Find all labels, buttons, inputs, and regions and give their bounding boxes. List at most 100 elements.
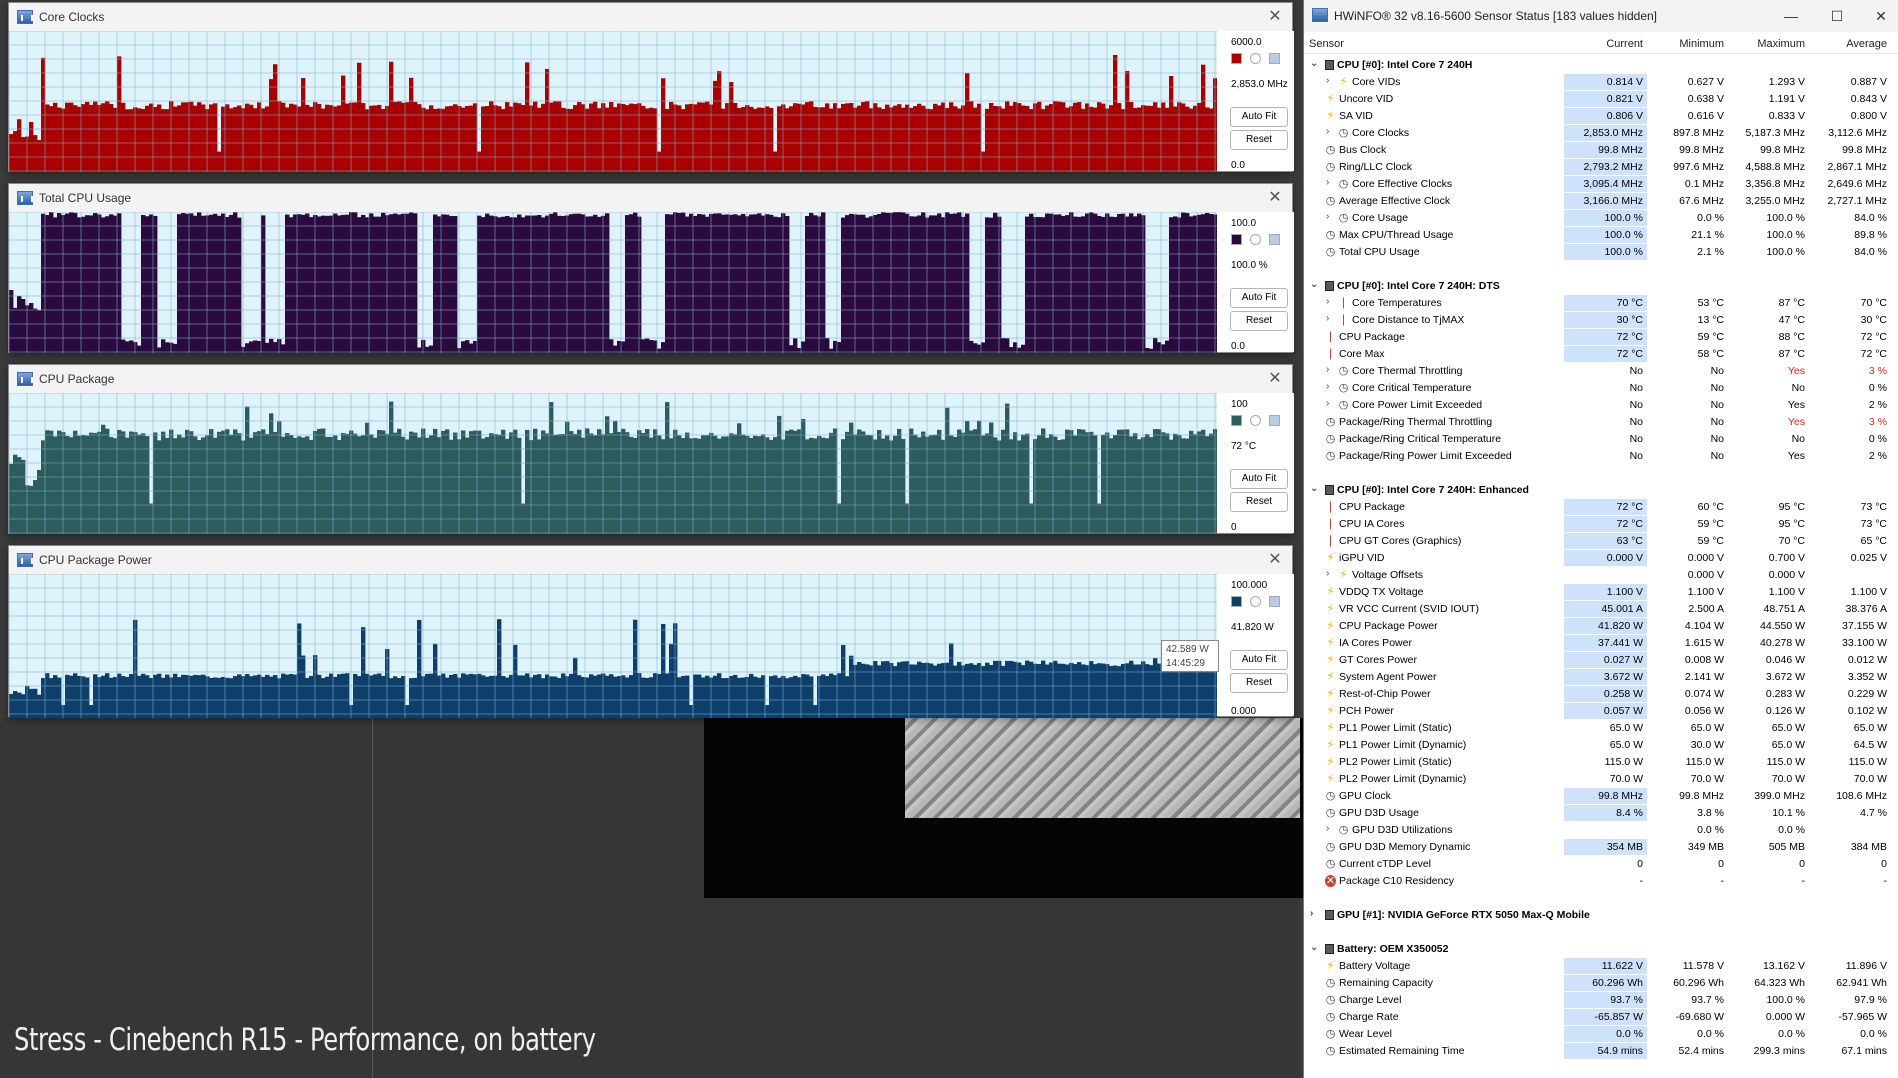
sensor-row[interactable]: › ◷ Core Clocks 2,853.0 MHz 897.8 MHz 5,… [1304, 125, 1898, 142]
chevron-right-icon[interactable]: › [1326, 296, 1329, 307]
sensor-row[interactable]: › ◷ Core Power Limit Exceeded No No Yes … [1304, 397, 1898, 414]
sensor-row[interactable]: › ❘ Core Distance to TjMAX 30 °C 13 °C 4… [1304, 312, 1898, 329]
chevron-right-icon[interactable]: › [1326, 364, 1329, 375]
reset-button[interactable]: Reset [1230, 673, 1288, 693]
sensor-row[interactable]: ⚡ PL2 Power Limit (Static) 115.0 W 115.0… [1304, 754, 1898, 771]
sensor-row[interactable]: ◷ Total CPU Usage 100.0 % 2.1 % 100.0 % … [1304, 244, 1898, 261]
reset-button[interactable]: Reset [1230, 492, 1288, 512]
sensor-row[interactable]: ❘ Core Max 72 °C 58 °C 87 °C 72 °C [1304, 346, 1898, 363]
sensor-group[interactable]: ⌄ CPU [#0]: Intel Core 7 240H: DTS [1304, 278, 1898, 295]
close-icon[interactable]: ✕ [1264, 6, 1286, 28]
chevron-down-icon[interactable]: ⌄ [1310, 58, 1318, 69]
chevron-right-icon[interactable]: › [1326, 75, 1329, 86]
sensor-row[interactable]: › ❘ Core Temperatures 70 °C 53 °C 87 °C … [1304, 295, 1898, 312]
chevron-right-icon[interactable]: › [1326, 211, 1329, 222]
sensor-row[interactable]: › ◷ Core Usage 100.0 % 0.0 % 100.0 % 84.… [1304, 210, 1898, 227]
chevron-right-icon[interactable]: › [1326, 381, 1329, 392]
sensor-row[interactable]: ⚡ VR VCC Current (SVID IOUT) 45.001 A 2.… [1304, 601, 1898, 618]
sensor-row[interactable]: ◷ Package/Ring Thermal Throttling No No … [1304, 414, 1898, 431]
sensor-group[interactable]: › GPU [#1]: NVIDIA GeForce RTX 5050 Max-… [1304, 907, 1898, 924]
sensor-row[interactable]: ❘ CPU Package 72 °C 59 °C 88 °C 72 °C [1304, 329, 1898, 346]
close-icon[interactable]: ✕ [1870, 6, 1892, 26]
graph-color-swatch[interactable] [1231, 234, 1242, 245]
graph-option-toggle[interactable] [1269, 53, 1280, 64]
close-icon[interactable]: ✕ [1264, 549, 1286, 571]
chevron-right-icon[interactable]: › [1326, 398, 1329, 409]
graph-option-toggle[interactable] [1269, 234, 1280, 245]
auto-fit-button[interactable]: Auto Fit [1230, 469, 1288, 489]
auto-fit-button[interactable]: Auto Fit [1230, 288, 1288, 308]
graph-option-toggle[interactable] [1250, 53, 1261, 64]
sensor-row[interactable]: ⚡ IA Cores Power 37.441 W 1.615 W 40.278… [1304, 635, 1898, 652]
graph-option-toggle[interactable] [1269, 596, 1280, 607]
sensor-row[interactable]: ⚡ Uncore VID 0.821 V 0.638 V 1.191 V 0.8… [1304, 91, 1898, 108]
auto-fit-button[interactable]: Auto Fit [1230, 107, 1288, 127]
graph-option-toggle[interactable] [1250, 234, 1261, 245]
graph-titlebar[interactable]: CPU Package ✕ [9, 365, 1292, 393]
hwinfo-titlebar[interactable]: HWiNFO® 32 v8.16-5600 Sensor Status [183… [1304, 0, 1898, 32]
graph-color-swatch[interactable] [1231, 415, 1242, 426]
sensor-row[interactable]: ⚡ Battery Voltage 11.622 V 11.578 V 13.1… [1304, 958, 1898, 975]
graph-color-swatch[interactable] [1231, 596, 1242, 607]
graph-color-swatch[interactable] [1231, 53, 1242, 64]
graph-window-total-cpu-usage[interactable]: Total CPU Usage ✕ 100.0 100.0 % Auto Fit… [8, 183, 1294, 353]
chevron-down-icon[interactable]: ⌄ [1310, 483, 1318, 494]
reset-button[interactable]: Reset [1230, 311, 1288, 331]
sensor-row[interactable]: › ◷ Core Critical Temperature No No No 0… [1304, 380, 1898, 397]
sensor-row[interactable]: ⚡ GT Cores Power 0.027 W 0.008 W 0.046 W… [1304, 652, 1898, 669]
sensor-row[interactable]: › ⚡ Voltage Offsets 0.000 V 0.000 V [1304, 567, 1898, 584]
graph-option-toggle[interactable] [1269, 415, 1280, 426]
sensor-row[interactable]: ❘ CPU Package 72 °C 60 °C 95 °C 73 °C [1304, 499, 1898, 516]
sensor-row[interactable]: ◷ Bus Clock 99.8 MHz 99.8 MHz 99.8 MHz 9… [1304, 142, 1898, 159]
sensor-row[interactable]: › ◷ Core Thermal Throttling No No Yes 3 … [1304, 363, 1898, 380]
sensor-row[interactable]: ⚡ PL2 Power Limit (Dynamic) 70.0 W 70.0 … [1304, 771, 1898, 788]
reset-button[interactable]: Reset [1230, 130, 1288, 150]
column-sensor[interactable]: Sensor [1309, 38, 1344, 50]
column-minimum[interactable]: Minimum [1674, 38, 1724, 50]
sensor-row[interactable]: › ◷ GPU D3D Utilizations 0.0 % 0.0 % [1304, 822, 1898, 839]
chevron-right-icon[interactable]: › [1310, 908, 1313, 919]
graph-titlebar[interactable]: Total CPU Usage ✕ [9, 184, 1292, 212]
sensor-row[interactable]: ◷ Package/Ring Critical Temperature No N… [1304, 431, 1898, 448]
sensor-row[interactable]: › ◷ Core Effective Clocks 3,095.4 MHz 0.… [1304, 176, 1898, 193]
sensor-row[interactable]: ⚡ iGPU VID 0.000 V 0.000 V 0.700 V 0.025… [1304, 550, 1898, 567]
sensor-row[interactable]: ◷ Estimated Remaining Time 54.9 mins 52.… [1304, 1043, 1898, 1060]
close-icon[interactable]: ✕ [1264, 187, 1286, 209]
sensor-row[interactable]: ◷ Average Effective Clock 3,166.0 MHz 67… [1304, 193, 1898, 210]
graph-titlebar[interactable]: Core Clocks ✕ [9, 3, 1292, 31]
sensor-row[interactable]: ◷ Charge Level 93.7 % 93.7 % 100.0 % 97.… [1304, 992, 1898, 1009]
sensor-row[interactable]: ◷ Current cTDP Level 0 0 0 0 [1304, 856, 1898, 873]
column-maximum[interactable]: Maximum [1752, 38, 1805, 50]
sensor-row[interactable]: ◷ Charge Rate -65.857 W -69.680 W 0.000 … [1304, 1009, 1898, 1026]
graph-window-cpu-package-power[interactable]: CPU Package Power ✕ 100.000 41.820 W Aut… [8, 545, 1294, 718]
sensor-row[interactable]: ❘ CPU IA Cores 72 °C 59 °C 95 °C 73 °C [1304, 516, 1898, 533]
column-current[interactable]: Current [1600, 38, 1643, 50]
sensor-row[interactable]: ◷ GPU D3D Usage 8.4 % 3.8 % 10.1 % 4.7 % [1304, 805, 1898, 822]
minimize-icon[interactable]: — [1780, 6, 1802, 26]
chevron-right-icon[interactable]: › [1326, 313, 1329, 324]
auto-fit-button[interactable]: Auto Fit [1230, 650, 1288, 670]
chevron-right-icon[interactable]: › [1326, 126, 1329, 137]
sensor-group[interactable]: ⌄ CPU [#0]: Intel Core 7 240H: Enhanced [1304, 482, 1898, 499]
sensor-row[interactable]: ⚡ VDDQ TX Voltage 1.100 V 1.100 V 1.100 … [1304, 584, 1898, 601]
chevron-right-icon[interactable]: › [1326, 177, 1329, 188]
sensor-row[interactable]: ◷ Package/Ring Power Limit Exceeded No N… [1304, 448, 1898, 465]
hwinfo-window[interactable]: HWiNFO® 32 v8.16-5600 Sensor Status [183… [1303, 0, 1898, 1078]
graph-option-toggle[interactable] [1250, 596, 1261, 607]
sensor-row[interactable]: ◷ GPU Clock 99.8 MHz 99.8 MHz 399.0 MHz … [1304, 788, 1898, 805]
sensor-row[interactable]: ⚡ PCH Power 0.057 W 0.056 W 0.126 W 0.10… [1304, 703, 1898, 720]
close-icon[interactable]: ✕ [1264, 368, 1286, 390]
sensor-row[interactable]: ⚡ SA VID 0.806 V 0.616 V 0.833 V 0.800 V [1304, 108, 1898, 125]
graph-option-toggle[interactable] [1250, 415, 1261, 426]
chevron-right-icon[interactable]: › [1326, 568, 1329, 579]
column-average[interactable]: Average [1836, 38, 1887, 50]
sensor-row[interactable]: ⚡ PL1 Power Limit (Static) 65.0 W 65.0 W… [1304, 720, 1898, 737]
chevron-down-icon[interactable]: ⌄ [1310, 279, 1318, 290]
sensor-row[interactable]: ◷ Max CPU/Thread Usage 100.0 % 21.1 % 10… [1304, 227, 1898, 244]
sensor-row[interactable]: ◷ GPU D3D Memory Dynamic 354 MB 349 MB 5… [1304, 839, 1898, 856]
maximize-icon[interactable]: ☐ [1826, 6, 1848, 26]
sensor-group[interactable]: ⌄ Battery: OEM X350052 [1304, 941, 1898, 958]
sensor-row[interactable]: ⚡ PL1 Power Limit (Dynamic) 65.0 W 30.0 … [1304, 737, 1898, 754]
sensor-row[interactable]: ◷ Wear Level 0.0 % 0.0 % 0.0 % 0.0 % [1304, 1026, 1898, 1043]
chevron-right-icon[interactable]: › [1326, 823, 1329, 834]
